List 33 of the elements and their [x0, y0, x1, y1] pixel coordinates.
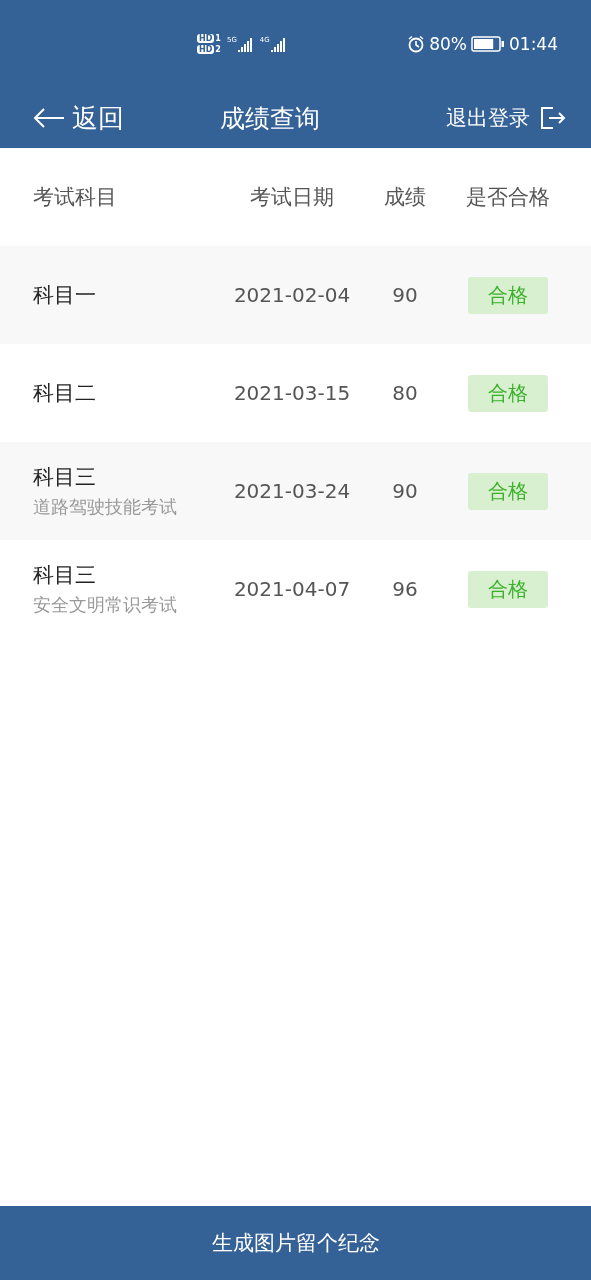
column-header: 考试科目	[33, 184, 118, 211]
exam-score: 90	[391, 479, 419, 503]
exam-date: 2021-03-24	[232, 479, 352, 503]
logout-button[interactable]: 退出登录	[446, 104, 566, 132]
logout-icon	[540, 106, 566, 130]
clock-time: 01:44	[509, 34, 558, 54]
exam-date: 2021-04-07	[232, 577, 352, 601]
subject-name: 科目二	[33, 380, 97, 407]
subject-name: 科目一	[33, 282, 97, 309]
column-header: 成绩	[383, 184, 427, 211]
back-button[interactable]: 返回	[32, 100, 124, 136]
alarm-icon	[407, 35, 426, 53]
back-arrow-icon	[32, 107, 66, 129]
result-badge: 合格	[468, 276, 548, 314]
column-header: 是否合格	[465, 184, 551, 211]
signal-icon	[237, 36, 254, 52]
battery-percent: 80%	[429, 34, 467, 54]
subject-note: 安全文明常识考试	[33, 593, 178, 617]
exam-score: 90	[391, 283, 419, 307]
exam-score: 96	[391, 577, 419, 601]
battery-icon	[471, 36, 505, 52]
result-badge: 合格	[468, 472, 548, 510]
subject-name: 科目三	[33, 464, 97, 491]
subject-note: 道路驾驶技能考试	[33, 495, 178, 519]
column-header: 考试日期	[249, 184, 335, 211]
exam-score: 80	[391, 381, 419, 405]
exam-date: 2021-02-04	[232, 283, 352, 307]
page-title: 成绩查询	[220, 102, 320, 135]
exam-date: 2021-03-15	[232, 381, 352, 405]
signal-icon	[270, 36, 287, 52]
result-badge: 合格	[468, 374, 548, 412]
subject-name: 科目三	[33, 562, 97, 589]
result-badge: 合格	[468, 570, 548, 608]
